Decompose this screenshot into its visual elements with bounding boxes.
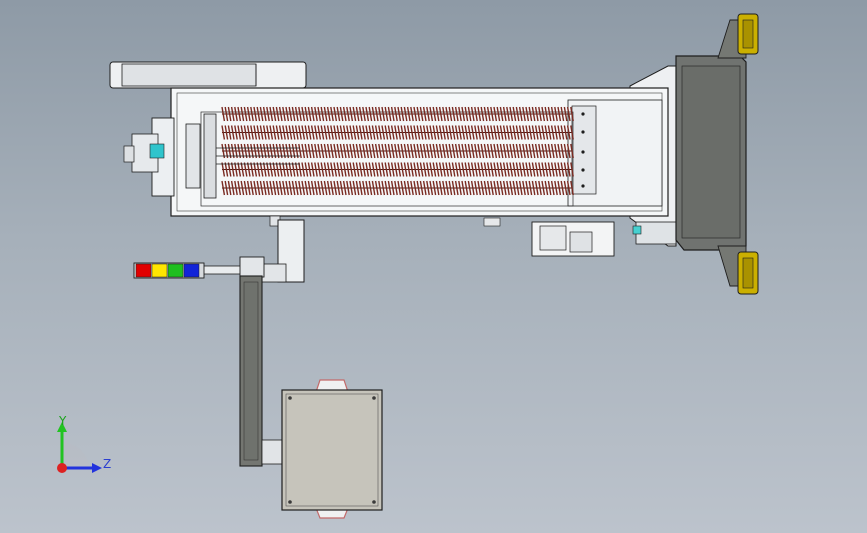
signal-light-yellow bbox=[151, 263, 168, 278]
signal-tower[interactable] bbox=[133, 256, 265, 279]
mount-pad-top[interactable] bbox=[737, 13, 759, 55]
z-axis-label: Z bbox=[103, 457, 112, 471]
top-rail[interactable] bbox=[109, 61, 307, 89]
signal-light-red bbox=[135, 263, 152, 278]
y-axis-label: Y bbox=[59, 414, 67, 428]
screw bbox=[372, 396, 376, 400]
support-post[interactable] bbox=[261, 215, 305, 283]
z-axis-arrowhead bbox=[92, 463, 102, 473]
x-axis-dot bbox=[57, 463, 67, 473]
screw bbox=[288, 396, 292, 400]
screw bbox=[288, 500, 292, 504]
control-arm[interactable] bbox=[239, 275, 285, 467]
mount-pad-bottom[interactable] bbox=[737, 251, 759, 295]
signal-light-blue bbox=[183, 263, 200, 278]
control-cabinet[interactable] bbox=[281, 379, 383, 519]
junction-box[interactable] bbox=[483, 217, 615, 257]
screw bbox=[372, 500, 376, 504]
signal-light-green bbox=[167, 263, 184, 278]
rear-housing[interactable] bbox=[675, 19, 747, 287]
cad-viewport[interactable]: Y Z bbox=[0, 0, 867, 533]
machine-model[interactable] bbox=[0, 0, 867, 533]
